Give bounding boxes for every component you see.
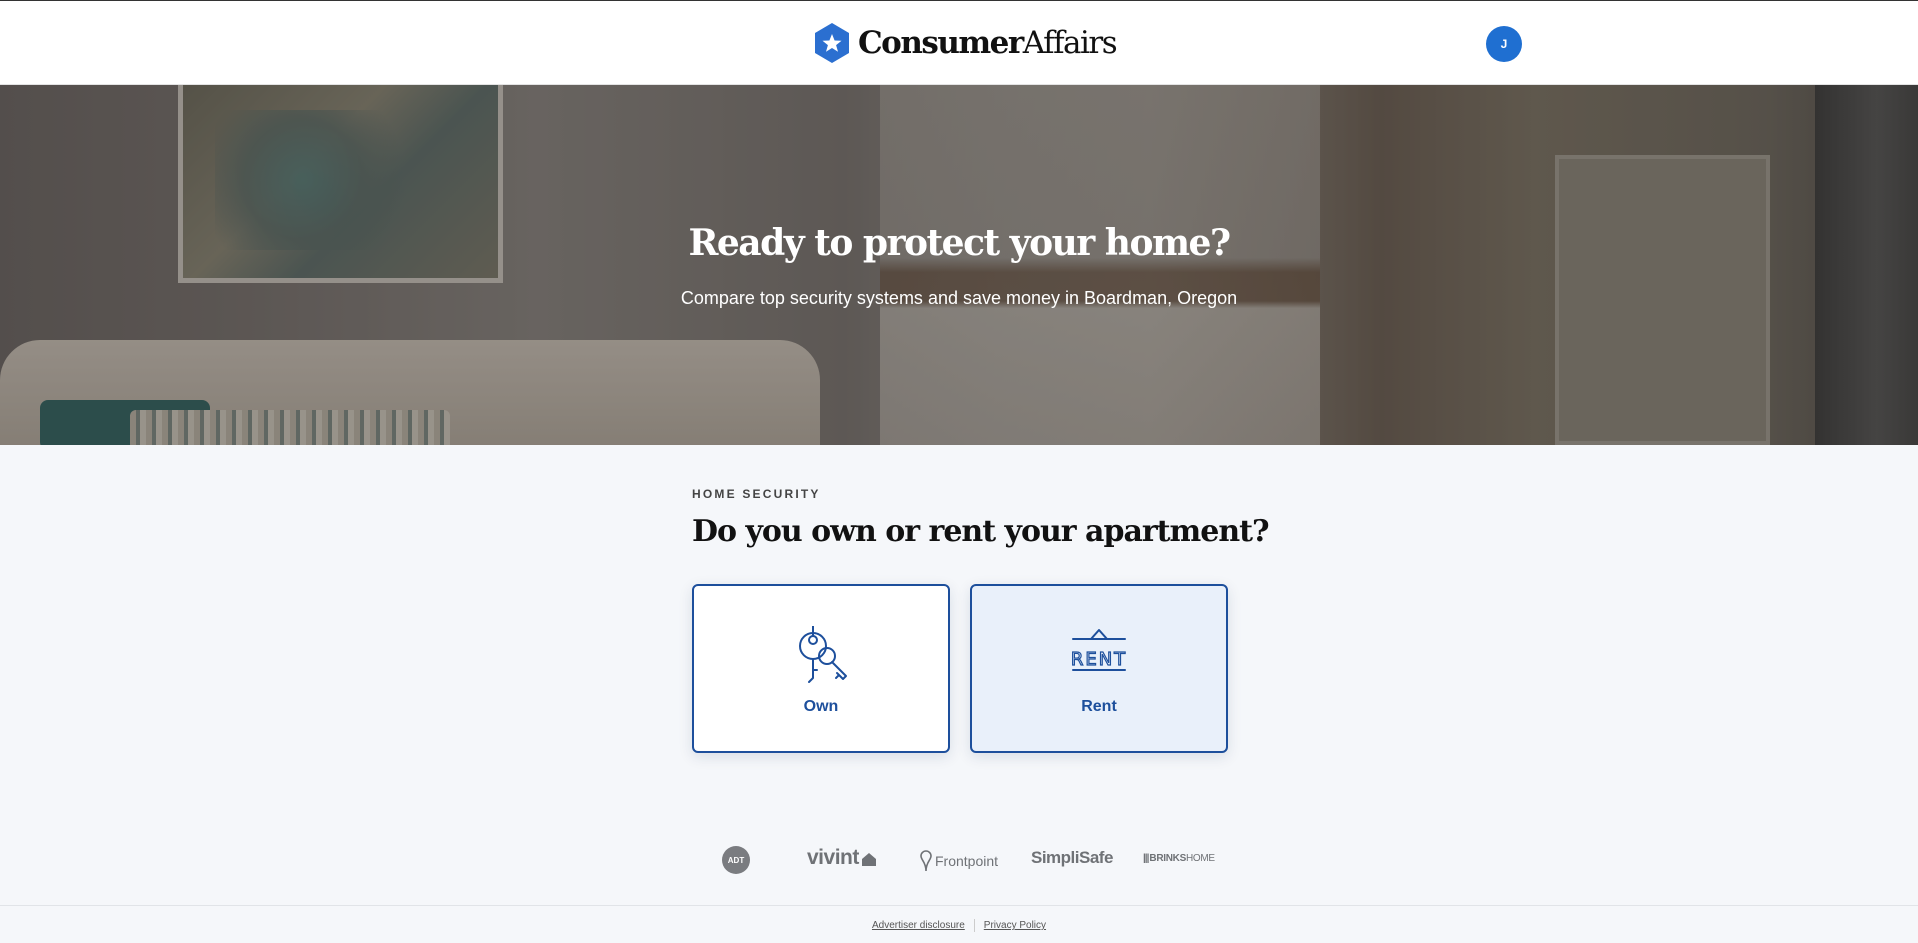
section-eyebrow: HOME SECURITY [692,487,821,501]
own-option-button[interactable]: Own [692,584,950,753]
advertiser-disclosure-link[interactable]: Advertiser disclosure [863,920,974,931]
site-header: ConsumerAffairs J [0,0,1918,85]
brinks-wordmark: BRINKS [1149,853,1186,864]
brinks-home-wordmark: HOME [1185,853,1215,864]
star-badge-icon [815,23,849,63]
hero-overlay [0,85,1918,445]
brinks-stripes-icon: ||| [1143,853,1149,864]
question-title: Do you own or rent your apartment? [692,514,1270,549]
rent-option-button[interactable]: RENT Rent [970,584,1228,753]
frontpoint-logo: Frontpoint [920,850,998,872]
footer-links: Advertiser disclosure Privacy Policy [0,919,1918,932]
rent-option-label: Rent [1081,698,1117,715]
own-option-label: Own [803,698,839,715]
vivint-wordmark: vivint [807,846,859,869]
partner-logos: ADT vivint Frontpoint SimpliSafe ||| BRIN… [0,846,1918,874]
vivint-logo: vivint [807,846,877,870]
house-icon [861,853,876,866]
map-pin-icon [920,850,932,872]
hero-subtitle: Compare top security systems and save mo… [680,288,1238,308]
adt-logo: ADT [722,846,750,874]
consumeraffairs-logo[interactable]: ConsumerAffairs [812,21,1118,65]
frontpoint-wordmark: Frontpoint [935,853,999,869]
hero-title: Ready to protect your home? [688,222,1231,264]
rent-sign-icon: RENT [1070,629,1127,671]
logo-wordmark: ConsumerAffairs [858,25,1118,61]
privacy-policy-link[interactable]: Privacy Policy [975,920,1055,931]
rent-sign-text: RENT [1071,649,1127,670]
brinks-home-logo: ||| BRINKS HOME [1143,853,1215,864]
hero-banner: Ready to protect your home? Compare top … [0,85,1918,445]
simplisafe-logo: SimpliSafe [1031,848,1113,867]
keys-icon [799,626,847,683]
user-avatar[interactable]: J [1486,26,1522,62]
site-footer: Advertiser disclosure Privacy Policy [0,905,1918,943]
